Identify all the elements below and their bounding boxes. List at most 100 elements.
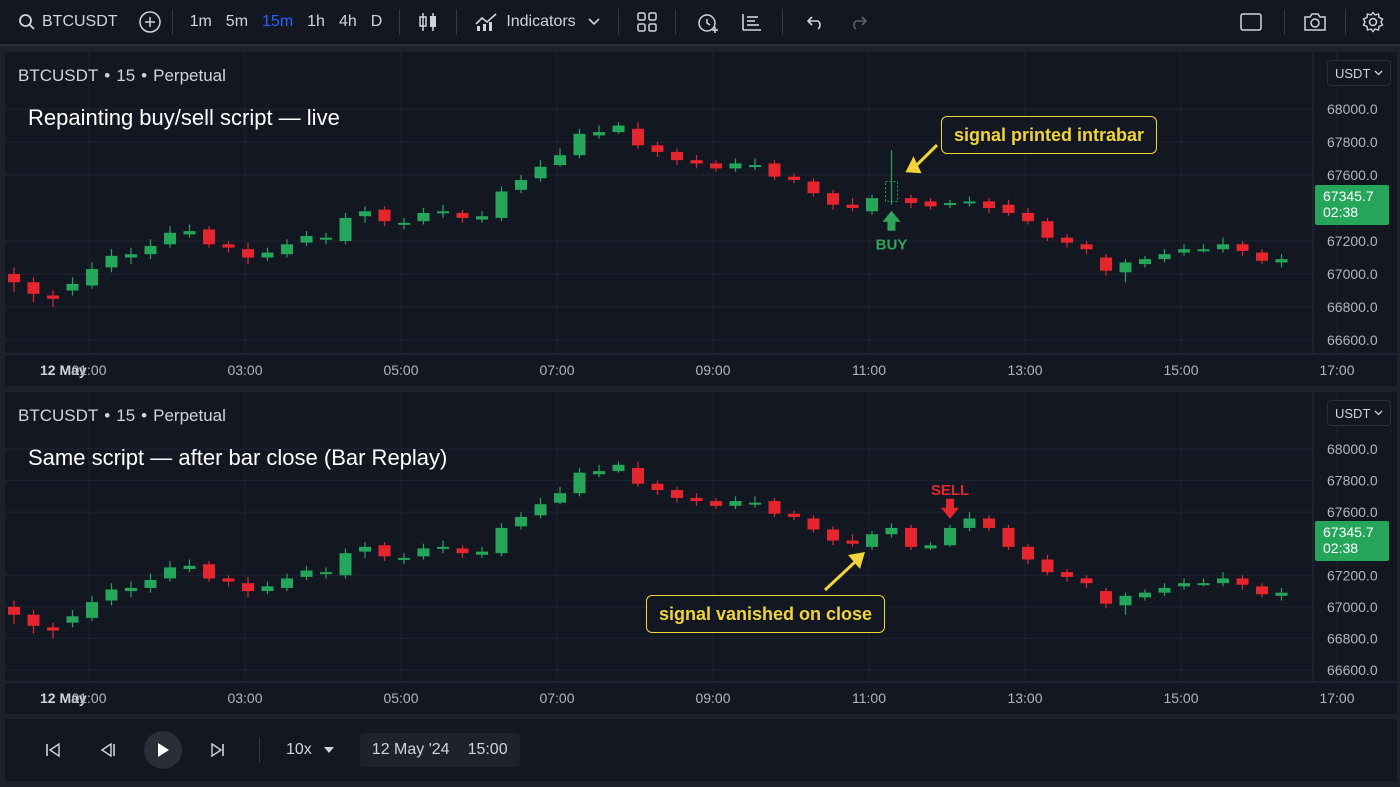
compare-button[interactable] — [138, 0, 162, 45]
candle[interactable] — [983, 198, 995, 213]
candle[interactable] — [27, 610, 40, 634]
candle[interactable] — [222, 241, 235, 253]
candle[interactable] — [1217, 237, 1229, 253]
candle[interactable] — [86, 595, 98, 622]
layout-button[interactable] — [629, 0, 665, 45]
candle[interactable] — [1197, 244, 1210, 253]
candle[interactable] — [164, 226, 176, 248]
candle[interactable] — [944, 199, 956, 208]
candle[interactable] — [300, 565, 313, 581]
timeframe-1m[interactable]: 1m — [183, 0, 219, 45]
candle[interactable] — [125, 581, 137, 598]
price-chart-replay[interactable]: 68000.0 67800.0 67600.0 67200.0 67000.0 66800… — [5, 392, 1397, 714]
candle[interactable] — [8, 267, 20, 293]
candle[interactable] — [1061, 568, 1073, 582]
timeframe-4h[interactable]: 4h — [332, 0, 364, 45]
candle[interactable] — [1236, 575, 1249, 590]
candle[interactable] — [476, 546, 488, 558]
candle[interactable] — [1139, 255, 1151, 268]
indicators-button[interactable]: Indicators — [467, 0, 607, 45]
candle[interactable] — [651, 142, 664, 157]
candle[interactable] — [242, 242, 254, 265]
candle[interactable] — [437, 540, 449, 554]
candle[interactable] — [144, 573, 157, 593]
candle[interactable] — [1119, 259, 1132, 283]
candle[interactable] — [1158, 583, 1171, 596]
candle[interactable] — [671, 486, 683, 503]
candle[interactable] — [866, 194, 878, 215]
snapshot-button[interactable] — [1295, 0, 1335, 45]
candle[interactable] — [924, 542, 937, 551]
candle[interactable] — [1119, 592, 1132, 615]
candle[interactable] — [690, 493, 703, 506]
candle[interactable] — [1139, 589, 1151, 601]
candle[interactable] — [1002, 199, 1015, 217]
candle[interactable] — [963, 196, 976, 207]
candle[interactable] — [963, 512, 976, 532]
candle[interactable] — [359, 206, 371, 223]
price-chart-live[interactable]: 68000.0 67800.0 67600.0 67200.0 67000.0 66800… — [5, 52, 1397, 386]
timeframe-5m[interactable]: 5m — [219, 0, 255, 45]
settings-button[interactable] — [1356, 0, 1400, 45]
chart-panel-live[interactable]: 68000.0 67800.0 67600.0 67200.0 67000.0 66800… — [5, 52, 1397, 386]
candle[interactable] — [398, 217, 410, 230]
candle[interactable] — [1178, 578, 1190, 590]
candle[interactable] — [105, 583, 118, 606]
candle[interactable] — [339, 548, 352, 579]
candle[interactable] — [1061, 234, 1073, 248]
candle[interactable] — [359, 542, 371, 558]
candle[interactable] — [1158, 249, 1171, 263]
timeframe-15m[interactable]: 15m — [255, 0, 300, 45]
candle[interactable] — [437, 204, 449, 218]
jump-start-button[interactable] — [33, 730, 73, 770]
candle[interactable] — [144, 239, 157, 260]
candle[interactable] — [827, 526, 839, 546]
candle[interactable] — [534, 160, 547, 182]
candle[interactable] — [651, 480, 664, 495]
candle[interactable] — [261, 581, 274, 595]
candle[interactable] — [203, 561, 215, 582]
candle[interactable] — [710, 160, 722, 172]
candle[interactable] — [671, 148, 683, 166]
candle[interactable] — [515, 175, 527, 194]
candle[interactable] — [495, 186, 508, 222]
candle[interactable] — [729, 496, 742, 509]
candle[interactable] — [749, 158, 761, 171]
candle[interactable] — [456, 209, 469, 223]
candle[interactable] — [164, 561, 176, 582]
symbol-search[interactable]: BTCUSDT — [0, 0, 118, 45]
candle[interactable] — [66, 277, 79, 296]
candle[interactable] — [417, 208, 430, 225]
candle[interactable] — [417, 543, 430, 560]
candle[interactable] — [222, 575, 235, 587]
candle[interactable] — [105, 249, 118, 273]
candle[interactable] — [1100, 587, 1112, 609]
replay-button[interactable] — [730, 0, 772, 45]
candle[interactable] — [320, 232, 332, 245]
fullscreen-button[interactable] — [1228, 0, 1274, 45]
candle[interactable] — [1217, 572, 1229, 587]
candle[interactable] — [612, 461, 625, 473]
candle[interactable] — [1022, 208, 1034, 225]
candle[interactable] — [1080, 575, 1093, 588]
candle[interactable] — [534, 497, 547, 519]
candle[interactable] — [573, 128, 586, 159]
candle[interactable] — [554, 148, 566, 167]
candle[interactable] — [8, 600, 20, 625]
candle[interactable] — [632, 461, 644, 487]
candle[interactable] — [1002, 524, 1015, 551]
candle[interactable] — [242, 576, 254, 598]
currency-select[interactable]: USDT — [1327, 60, 1391, 86]
candle[interactable] — [1236, 241, 1249, 256]
candle[interactable] — [47, 290, 59, 308]
candle[interactable] — [846, 534, 859, 547]
candle[interactable] — [983, 515, 995, 532]
candle[interactable] — [125, 247, 137, 265]
candle[interactable] — [1080, 241, 1093, 255]
candle[interactable] — [47, 622, 59, 639]
candle[interactable] — [905, 194, 917, 208]
candle[interactable] — [476, 211, 488, 223]
candle[interactable] — [924, 198, 937, 210]
candle[interactable] — [768, 160, 781, 180]
redo-button[interactable] — [837, 0, 881, 45]
